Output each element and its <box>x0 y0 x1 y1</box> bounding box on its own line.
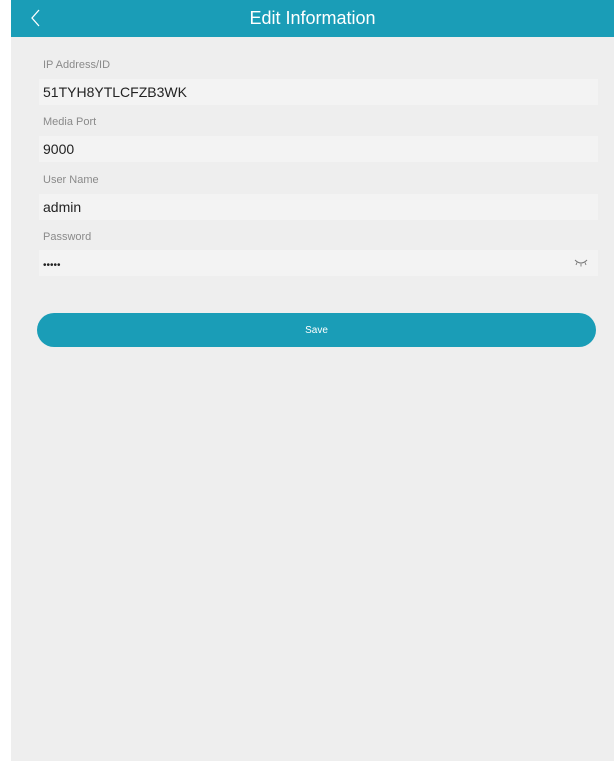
header-bar: Edit Information <box>11 0 614 37</box>
page-title: Edit Information <box>249 8 376 28</box>
password-field[interactable]: ••••• <box>39 250 598 276</box>
media-port-field[interactable]: 9000 <box>39 136 598 162</box>
ip-address-field[interactable]: 51TYH8YTLCFZB3WK <box>39 79 598 105</box>
save-button[interactable]: Save <box>37 313 596 347</box>
password-label: Password <box>43 231 92 243</box>
user-name-field[interactable]: admin <box>39 194 598 220</box>
media-port-label: Media Port <box>43 116 97 128</box>
ip-address-label: IP Address/ID <box>43 59 111 71</box>
app-screen: Edit Information IP Address/ID 51TYH8YTL… <box>11 0 614 761</box>
eye-closed-icon[interactable] <box>574 259 588 267</box>
user-name-label: User Name <box>43 174 99 186</box>
password-value: ••••• <box>43 260 61 271</box>
